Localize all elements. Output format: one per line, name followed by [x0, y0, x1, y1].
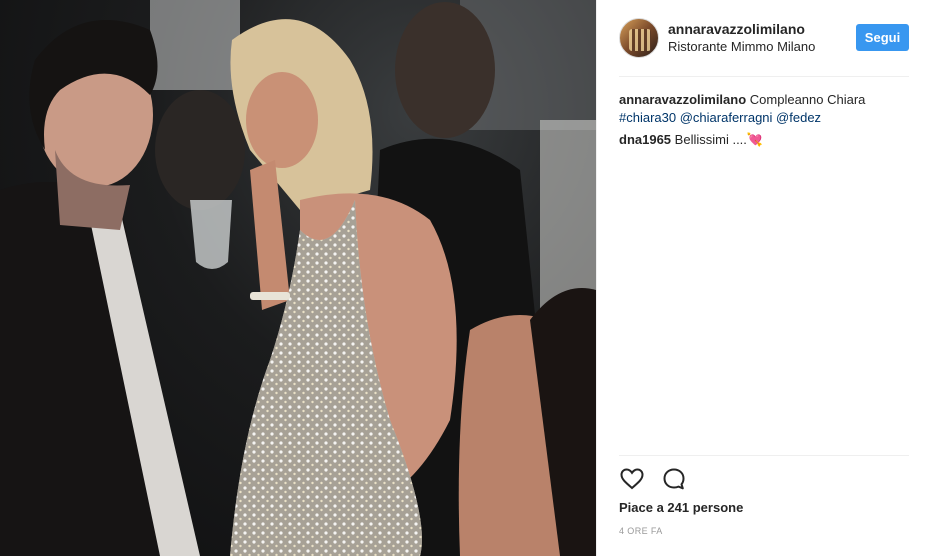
header-username[interactable]: annaravazzolimilano	[668, 21, 815, 38]
header-divider	[619, 76, 909, 77]
comments-list: annaravazzolimilano Compleanno Chiara #c…	[619, 91, 909, 153]
action-bar	[619, 466, 687, 492]
comment-username[interactable]: dna1965	[619, 132, 671, 147]
avatar[interactable]	[619, 18, 659, 58]
follow-button[interactable]: Segui	[856, 24, 909, 51]
heart-icon[interactable]	[619, 466, 645, 492]
comment-bubble-icon[interactable]	[661, 466, 687, 492]
post-side-panel: annaravazzolimilano Ristorante Mimmo Mil…	[596, 0, 934, 556]
comment-text: Bellissimi ....💘	[674, 132, 764, 147]
post-timestamp: 4 ORE FA	[619, 526, 663, 536]
header-text: annaravazzolimilano Ristorante Mimmo Mil…	[668, 21, 815, 55]
instagram-post: annaravazzolimilano Ristorante Mimmo Mil…	[0, 0, 934, 556]
mention-chiaraferragni[interactable]: @chiaraferragni	[680, 110, 773, 125]
comment-item: dna1965 Bellissimi ....💘	[619, 131, 909, 149]
hashtag-chiara30[interactable]: #chiara30	[619, 110, 676, 125]
actions-divider	[619, 455, 909, 456]
comment-username[interactable]: annaravazzolimilano	[619, 92, 746, 107]
comment-text: Compleanno Chiara	[749, 92, 866, 107]
mention-fedez[interactable]: @fedez	[776, 110, 821, 125]
post-photo[interactable]	[0, 0, 596, 556]
post-header: annaravazzolimilano Ristorante Mimmo Mil…	[619, 16, 909, 60]
party-photo-illustration	[0, 0, 596, 556]
likes-count[interactable]: Piace a 241 persone	[619, 500, 743, 515]
comment-caption: annaravazzolimilano Compleanno Chiara #c…	[619, 91, 909, 127]
header-location[interactable]: Ristorante Mimmo Milano	[668, 38, 815, 55]
